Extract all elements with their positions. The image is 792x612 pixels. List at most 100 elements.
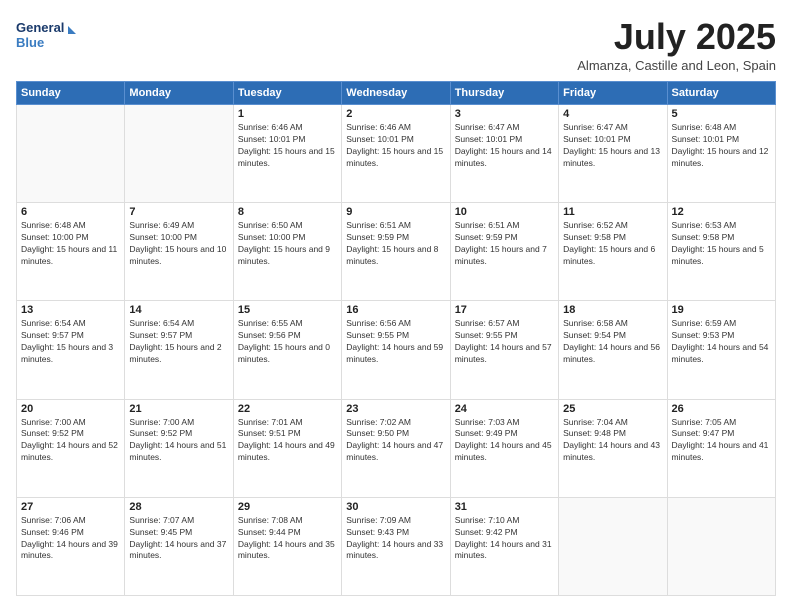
calendar-week-5: 27 Sunrise: 7:06 AMSunset: 9:46 PMDaylig… — [17, 497, 776, 595]
day-number: 2 — [346, 108, 445, 120]
header: General Blue July 2025 Almanza, Castille… — [16, 16, 776, 73]
table-row — [559, 497, 667, 595]
table-row: 8 Sunrise: 6:50 AMSunset: 10:00 PMDaylig… — [233, 203, 341, 301]
table-row: 15 Sunrise: 6:55 AMSunset: 9:56 PMDaylig… — [233, 301, 341, 399]
day-number: 7 — [129, 206, 228, 218]
day-number: 22 — [238, 403, 337, 415]
day-info: Sunrise: 7:07 AMSunset: 9:45 PMDaylight:… — [129, 515, 228, 563]
table-row: 27 Sunrise: 7:06 AMSunset: 9:46 PMDaylig… — [17, 497, 125, 595]
day-info: Sunrise: 6:52 AMSunset: 9:58 PMDaylight:… — [563, 220, 662, 268]
day-info: Sunrise: 6:47 AMSunset: 10:01 PMDaylight… — [563, 122, 662, 170]
table-row: 16 Sunrise: 6:56 AMSunset: 9:55 PMDaylig… — [342, 301, 450, 399]
day-number: 19 — [672, 304, 771, 316]
day-number: 25 — [563, 403, 662, 415]
table-row: 6 Sunrise: 6:48 AMSunset: 10:00 PMDaylig… — [17, 203, 125, 301]
day-number: 26 — [672, 403, 771, 415]
day-info: Sunrise: 6:46 AMSunset: 10:01 PMDaylight… — [346, 122, 445, 170]
day-number: 27 — [21, 501, 120, 513]
day-number: 8 — [238, 206, 337, 218]
day-info: Sunrise: 7:05 AMSunset: 9:47 PMDaylight:… — [672, 417, 771, 465]
day-info: Sunrise: 6:54 AMSunset: 9:57 PMDaylight:… — [129, 318, 228, 366]
table-row: 12 Sunrise: 6:53 AMSunset: 9:58 PMDaylig… — [667, 203, 775, 301]
col-saturday: Saturday — [667, 82, 775, 105]
day-info: Sunrise: 7:01 AMSunset: 9:51 PMDaylight:… — [238, 417, 337, 465]
day-number: 20 — [21, 403, 120, 415]
table-row: 18 Sunrise: 6:58 AMSunset: 9:54 PMDaylig… — [559, 301, 667, 399]
table-row: 19 Sunrise: 6:59 AMSunset: 9:53 PMDaylig… — [667, 301, 775, 399]
col-sunday: Sunday — [17, 82, 125, 105]
table-row: 24 Sunrise: 7:03 AMSunset: 9:49 PMDaylig… — [450, 399, 558, 497]
col-monday: Monday — [125, 82, 233, 105]
day-info: Sunrise: 6:54 AMSunset: 9:57 PMDaylight:… — [21, 318, 120, 366]
day-number: 1 — [238, 108, 337, 120]
day-info: Sunrise: 7:03 AMSunset: 9:49 PMDaylight:… — [455, 417, 554, 465]
day-number: 18 — [563, 304, 662, 316]
day-number: 31 — [455, 501, 554, 513]
subtitle: Almanza, Castille and Leon, Spain — [577, 58, 776, 73]
day-info: Sunrise: 7:00 AMSunset: 9:52 PMDaylight:… — [129, 417, 228, 465]
col-thursday: Thursday — [450, 82, 558, 105]
day-info: Sunrise: 7:09 AMSunset: 9:43 PMDaylight:… — [346, 515, 445, 563]
day-info: Sunrise: 6:48 AMSunset: 10:01 PMDaylight… — [672, 122, 771, 170]
table-row: 9 Sunrise: 6:51 AMSunset: 9:59 PMDayligh… — [342, 203, 450, 301]
table-row: 11 Sunrise: 6:52 AMSunset: 9:58 PMDaylig… — [559, 203, 667, 301]
table-row: 26 Sunrise: 7:05 AMSunset: 9:47 PMDaylig… — [667, 399, 775, 497]
table-row: 2 Sunrise: 6:46 AMSunset: 10:01 PMDaylig… — [342, 105, 450, 203]
table-row: 7 Sunrise: 6:49 AMSunset: 10:00 PMDaylig… — [125, 203, 233, 301]
day-number: 15 — [238, 304, 337, 316]
day-info: Sunrise: 6:46 AMSunset: 10:01 PMDaylight… — [238, 122, 337, 170]
table-row: 29 Sunrise: 7:08 AMSunset: 9:44 PMDaylig… — [233, 497, 341, 595]
calendar-table: Sunday Monday Tuesday Wednesday Thursday… — [16, 81, 776, 596]
day-number: 5 — [672, 108, 771, 120]
day-number: 10 — [455, 206, 554, 218]
day-number: 6 — [21, 206, 120, 218]
table-row: 23 Sunrise: 7:02 AMSunset: 9:50 PMDaylig… — [342, 399, 450, 497]
table-row: 30 Sunrise: 7:09 AMSunset: 9:43 PMDaylig… — [342, 497, 450, 595]
day-number: 28 — [129, 501, 228, 513]
table-row: 22 Sunrise: 7:01 AMSunset: 9:51 PMDaylig… — [233, 399, 341, 497]
table-row: 28 Sunrise: 7:07 AMSunset: 9:45 PMDaylig… — [125, 497, 233, 595]
calendar-week-3: 13 Sunrise: 6:54 AMSunset: 9:57 PMDaylig… — [17, 301, 776, 399]
table-row: 5 Sunrise: 6:48 AMSunset: 10:01 PMDaylig… — [667, 105, 775, 203]
day-number: 24 — [455, 403, 554, 415]
day-info: Sunrise: 7:02 AMSunset: 9:50 PMDaylight:… — [346, 417, 445, 465]
table-row: 10 Sunrise: 6:51 AMSunset: 9:59 PMDaylig… — [450, 203, 558, 301]
day-info: Sunrise: 6:57 AMSunset: 9:55 PMDaylight:… — [455, 318, 554, 366]
logo: General Blue — [16, 16, 76, 52]
table-row: 14 Sunrise: 6:54 AMSunset: 9:57 PMDaylig… — [125, 301, 233, 399]
table-row: 21 Sunrise: 7:00 AMSunset: 9:52 PMDaylig… — [125, 399, 233, 497]
logo-svg: General Blue — [16, 16, 76, 52]
day-number: 14 — [129, 304, 228, 316]
day-info: Sunrise: 7:06 AMSunset: 9:46 PMDaylight:… — [21, 515, 120, 563]
table-row — [667, 497, 775, 595]
title-block: July 2025 Almanza, Castille and Leon, Sp… — [577, 16, 776, 73]
table-row: 17 Sunrise: 6:57 AMSunset: 9:55 PMDaylig… — [450, 301, 558, 399]
day-info: Sunrise: 6:49 AMSunset: 10:00 PMDaylight… — [129, 220, 228, 268]
day-info: Sunrise: 6:50 AMSunset: 10:00 PMDaylight… — [238, 220, 337, 268]
day-number: 13 — [21, 304, 120, 316]
calendar-week-2: 6 Sunrise: 6:48 AMSunset: 10:00 PMDaylig… — [17, 203, 776, 301]
month-title: July 2025 — [577, 16, 776, 58]
day-number: 3 — [455, 108, 554, 120]
day-number: 29 — [238, 501, 337, 513]
day-number: 11 — [563, 206, 662, 218]
day-info: Sunrise: 6:48 AMSunset: 10:00 PMDaylight… — [21, 220, 120, 268]
col-tuesday: Tuesday — [233, 82, 341, 105]
day-number: 23 — [346, 403, 445, 415]
svg-text:Blue: Blue — [16, 35, 44, 50]
day-number: 12 — [672, 206, 771, 218]
col-wednesday: Wednesday — [342, 82, 450, 105]
calendar-week-1: 1 Sunrise: 6:46 AMSunset: 10:01 PMDaylig… — [17, 105, 776, 203]
day-info: Sunrise: 6:51 AMSunset: 9:59 PMDaylight:… — [346, 220, 445, 268]
table-row: 25 Sunrise: 7:04 AMSunset: 9:48 PMDaylig… — [559, 399, 667, 497]
table-row: 13 Sunrise: 6:54 AMSunset: 9:57 PMDaylig… — [17, 301, 125, 399]
day-info: Sunrise: 6:51 AMSunset: 9:59 PMDaylight:… — [455, 220, 554, 268]
table-row: 1 Sunrise: 6:46 AMSunset: 10:01 PMDaylig… — [233, 105, 341, 203]
table-row — [125, 105, 233, 203]
day-number: 4 — [563, 108, 662, 120]
day-number: 21 — [129, 403, 228, 415]
day-info: Sunrise: 6:47 AMSunset: 10:01 PMDaylight… — [455, 122, 554, 170]
day-info: Sunrise: 6:53 AMSunset: 9:58 PMDaylight:… — [672, 220, 771, 268]
table-row: 4 Sunrise: 6:47 AMSunset: 10:01 PMDaylig… — [559, 105, 667, 203]
day-info: Sunrise: 7:08 AMSunset: 9:44 PMDaylight:… — [238, 515, 337, 563]
